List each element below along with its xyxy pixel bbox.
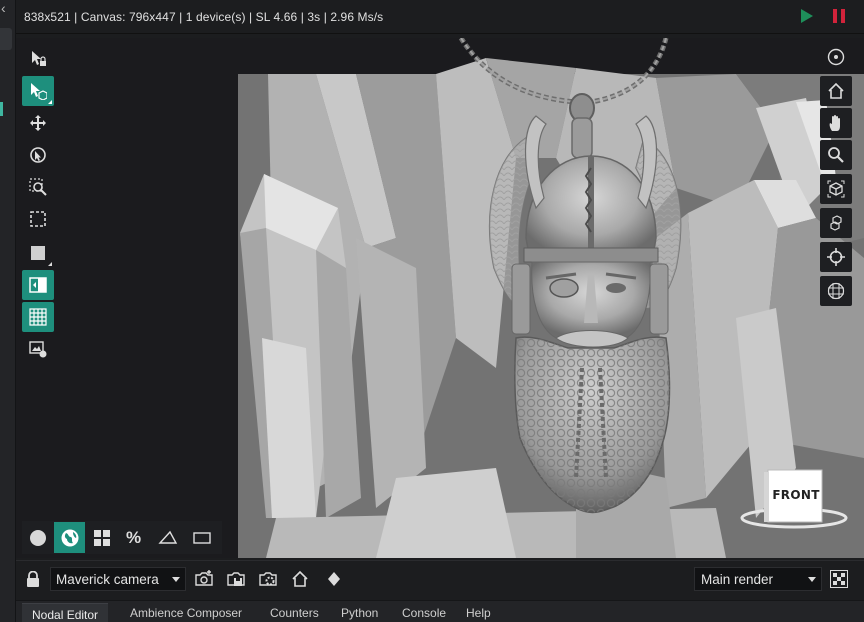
camera-bar: Maverick camera Main render	[16, 560, 864, 598]
tab-counters[interactable]: Counters	[270, 606, 319, 620]
rectangle-icon	[192, 531, 211, 544]
tab-python[interactable]: Python	[341, 606, 378, 620]
focus-pick-tool[interactable]	[22, 140, 54, 170]
pause-icon[interactable]	[832, 9, 846, 23]
zoom-region-tool[interactable]	[22, 172, 54, 202]
globe-icon	[61, 529, 78, 546]
camera-save-icon	[227, 572, 245, 586]
triangle-mode[interactable]	[152, 522, 183, 553]
focus-target-icon	[827, 48, 845, 66]
orientation-label: FRONT	[772, 488, 820, 502]
camera-add-button[interactable]	[194, 569, 216, 589]
quad-view-icon	[93, 529, 110, 546]
tab-help[interactable]: Help	[466, 606, 491, 620]
object-select-tool[interactable]	[22, 76, 54, 106]
fit-object-button[interactable]	[820, 174, 852, 204]
split-view-icon	[29, 277, 47, 293]
tab-ambience-composer[interactable]: Ambience Composer	[130, 606, 242, 620]
fraction-mode[interactable]: %	[118, 522, 149, 553]
pan-hand-icon	[829, 115, 840, 131]
render-viewport[interactable]	[16, 38, 864, 558]
home-button[interactable]	[820, 76, 852, 106]
keyframe-button[interactable]	[324, 569, 346, 589]
pan-button[interactable]	[820, 108, 852, 138]
lock-select-tool[interactable]	[22, 44, 54, 74]
camera-home-icon	[292, 570, 308, 587]
camera-value: Maverick camera	[56, 572, 159, 587]
rectangle-mode[interactable]	[186, 522, 217, 553]
left-panel-strip: ‹	[0, 0, 16, 622]
chevron-left-icon[interactable]: ‹	[1, 0, 6, 16]
chevron-down-icon	[808, 577, 816, 582]
triangle-icon	[157, 530, 177, 544]
camera-settings-button[interactable]	[258, 569, 280, 589]
grid-overlay-icon	[29, 308, 47, 326]
focus-target-button[interactable]	[820, 42, 852, 72]
keyframe-icon	[328, 572, 340, 586]
region-render-tool[interactable]	[22, 238, 54, 268]
tab-console[interactable]: Console	[402, 606, 446, 620]
fit-object-icon	[827, 180, 845, 198]
home-icon	[828, 82, 844, 99]
split-view-tool[interactable]	[22, 270, 54, 300]
move-icon	[30, 115, 46, 131]
region-select-tool[interactable]	[22, 204, 54, 234]
object-select-icon	[31, 83, 47, 100]
submenu-corner	[48, 100, 52, 104]
zoom-icon	[828, 147, 844, 163]
lock-icon[interactable]	[26, 571, 40, 587]
lock-select-icon	[32, 51, 46, 66]
rendered-scene	[238, 38, 864, 558]
render-target-dropdown[interactable]: Main render	[694, 567, 822, 591]
move-tool[interactable]	[22, 108, 54, 138]
zoom-button[interactable]	[820, 140, 852, 170]
play-icon[interactable]	[800, 9, 814, 23]
region-render-icon	[31, 246, 45, 260]
camera-settings-icon	[259, 572, 277, 586]
panel-indicator	[0, 102, 3, 116]
render-target-value: Main render	[701, 572, 774, 587]
camera-dropdown[interactable]: Maverick camera	[50, 567, 186, 591]
tab-nodal-editor[interactable]: Nodal Editor	[22, 603, 109, 622]
panel-tab-bar: Nodal Editor Ambience Composer Counters …	[16, 600, 864, 622]
chevron-down-icon	[172, 577, 180, 582]
camera-save-button[interactable]	[226, 569, 248, 589]
solid-sphere-mode[interactable]	[22, 522, 53, 553]
camera-add-icon	[195, 570, 213, 586]
region-select-icon	[30, 211, 46, 227]
zoom-region-icon	[29, 178, 47, 196]
image-settings-icon	[29, 341, 47, 358]
image-settings-tool[interactable]	[22, 334, 54, 364]
grid-sphere-button[interactable]	[820, 276, 852, 306]
checker-grid-icon[interactable]	[830, 570, 848, 588]
crosshair-button[interactable]	[820, 242, 852, 272]
submenu-corner	[48, 262, 52, 266]
camera-home-button[interactable]	[290, 569, 312, 589]
grid-sphere-icon	[827, 282, 845, 300]
grid-overlay-tool[interactable]	[22, 302, 54, 332]
solid-sphere-icon	[29, 529, 46, 546]
fit-scene-icon	[830, 215, 842, 231]
crosshair-icon	[827, 248, 845, 266]
status-bar: 838x521 | Canvas: 796x447 | 1 device(s) …	[16, 0, 864, 34]
focus-pick-icon	[30, 147, 46, 163]
panel-collapse-tab[interactable]	[0, 28, 12, 50]
render-stats-text: 838x521 | Canvas: 796x447 | 1 device(s) …	[24, 10, 384, 24]
fit-scene-button[interactable]	[820, 208, 852, 238]
render-mode-bar: %	[22, 521, 222, 554]
globe-mode[interactable]	[54, 522, 85, 553]
quad-view-mode[interactable]	[86, 522, 117, 553]
